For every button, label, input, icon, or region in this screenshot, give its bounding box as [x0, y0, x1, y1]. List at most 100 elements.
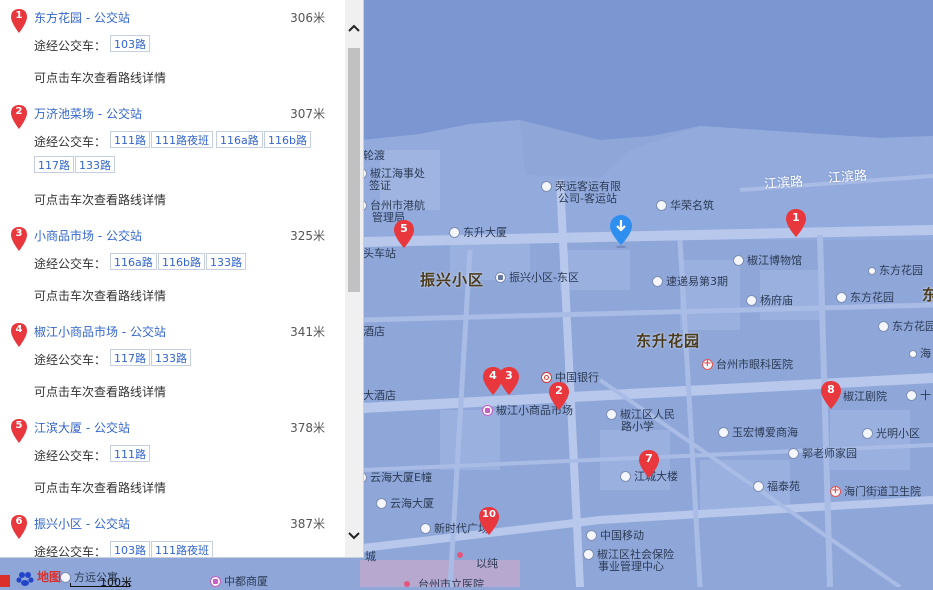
- map-pin[interactable]: 2: [548, 381, 570, 411]
- pin-number: 4: [489, 369, 497, 382]
- route-tag[interactable]: 116b路: [264, 131, 311, 148]
- poi-label: 光明小区: [876, 427, 920, 440]
- poi[interactable]: 公司-客运站: [558, 192, 617, 205]
- poi[interactable]: 郭老师家园: [788, 447, 857, 460]
- poi-icon: [753, 481, 764, 492]
- poi[interactable]: 海: [909, 347, 931, 360]
- stop-distance: 325米: [290, 229, 325, 243]
- poi-icon: [718, 427, 729, 438]
- poi-label: 振兴小区-东区: [509, 271, 579, 284]
- route-tag[interactable]: 133路: [206, 253, 246, 270]
- poi[interactable]: 头车站: [363, 247, 396, 260]
- poi[interactable]: 大酒店: [363, 389, 396, 402]
- map-pin[interactable]: 4: [482, 366, 504, 396]
- stop-title-link[interactable]: 东方花园 - 公交站: [34, 9, 130, 26]
- poi[interactable]: 酒店: [363, 325, 385, 338]
- poi-label: 酒店: [363, 325, 385, 338]
- poi-label: 城: [365, 550, 376, 563]
- route-tag[interactable]: 116a路: [110, 253, 157, 270]
- poi-label: 海门街道卫生院: [844, 485, 921, 498]
- route-tag[interactable]: 103路: [110, 35, 150, 52]
- poi[interactable]: 十: [906, 389, 931, 402]
- stop-title-link[interactable]: 万济池菜场 - 公交站: [34, 105, 142, 122]
- route-tag[interactable]: 116b路: [158, 253, 205, 270]
- route-tag[interactable]: 111路夜班: [151, 131, 213, 148]
- stop-distance: 306米: [290, 11, 325, 25]
- route-tag[interactable]: 133路: [151, 349, 191, 366]
- poi[interactable]: 玉宏博爱商海: [718, 426, 798, 439]
- bus-stop-poi[interactable]: 振兴小区-东区: [495, 271, 579, 284]
- route-tag[interactable]: 111路: [110, 131, 150, 148]
- map-scale-bar: [70, 583, 130, 587]
- poi-icon: [586, 530, 597, 541]
- poi[interactable]: 以纯: [476, 557, 498, 570]
- map-pin[interactable]: 1: [785, 208, 807, 238]
- poi[interactable]: 华荣名筑: [656, 199, 714, 212]
- poi-label: 椒江剧院: [843, 390, 887, 403]
- routes-label: 途经公交车：: [34, 449, 107, 463]
- route-tag[interactable]: 117路: [110, 349, 150, 366]
- map-pin[interactable]: 5: [393, 219, 415, 249]
- poi[interactable]: 台州市立医院: [418, 578, 484, 587]
- stop-title-link[interactable]: 椒江小商品市场 - 公交站: [34, 323, 166, 340]
- scroll-up-button[interactable]: [345, 18, 363, 38]
- route-tag[interactable]: 133路: [75, 156, 115, 173]
- hint-text: 可点击车次查看路线详情: [34, 71, 167, 85]
- bus-stop-results-panel[interactable]: 1 东方花园 - 公交站 306米 途经公交车： 103路 可点击车次查看路线详…: [0, 0, 364, 558]
- poi[interactable]: 椒江剧院: [843, 390, 887, 403]
- poi-label: 中国移动: [600, 529, 644, 542]
- poi-icon: [868, 266, 876, 275]
- poi[interactable]: 东方花园: [836, 291, 894, 304]
- scroll-down-button[interactable]: [345, 526, 363, 546]
- shopping-icon: [482, 405, 493, 416]
- stop-title-link[interactable]: 江滨大厦 - 公交站: [34, 419, 130, 436]
- route-tag[interactable]: 111路夜班: [151, 541, 213, 557]
- school-icon: [606, 409, 617, 420]
- poi[interactable]: 椒江博物馆: [733, 254, 802, 267]
- map-pin[interactable]: 7: [638, 449, 660, 479]
- poi-label: 台州市眼科医院: [716, 358, 793, 371]
- poi[interactable]: 速递易第3期: [652, 275, 728, 288]
- result-marker-icon: 5: [10, 418, 28, 444]
- poi[interactable]: 中国移动: [586, 529, 644, 542]
- poi[interactable]: 东方花园: [868, 264, 923, 277]
- route-tag[interactable]: 117路: [34, 156, 74, 173]
- scrollbar[interactable]: [345, 0, 363, 557]
- poi[interactable]: 云海大厦E幢: [356, 471, 432, 484]
- poi[interactable]: 事业管理中心: [598, 560, 664, 573]
- poi[interactable]: 云海大厦: [376, 497, 434, 510]
- stop-title-link[interactable]: 振兴小区 - 公交站: [34, 515, 130, 532]
- poi[interactable]: 台州市眼科医院: [702, 357, 793, 371]
- route-tag[interactable]: 103路: [110, 541, 150, 557]
- routes-label: 途经公交车：: [34, 257, 107, 271]
- poi[interactable]: 东方花园: [878, 320, 933, 333]
- poi[interactable]: 东升大厦: [449, 226, 507, 239]
- map-pin[interactable]: 8: [820, 380, 842, 410]
- poi-label: 路小学: [621, 420, 654, 433]
- poi[interactable]: 路小学: [621, 420, 654, 433]
- poi[interactable]: 中都商厦: [210, 575, 268, 587]
- scrollbar-thumb[interactable]: [348, 48, 360, 292]
- stop-distance: 341米: [290, 325, 325, 339]
- poi[interactable]: 海门街道卫生院: [830, 484, 921, 498]
- poi-label: 十: [920, 389, 931, 402]
- poi-label: 华荣名筑: [670, 199, 714, 212]
- stop-title-link[interactable]: 小商品市场 - 公交站: [34, 227, 142, 244]
- poi-label: 中都商厦: [224, 575, 268, 587]
- poi-icon: [746, 295, 757, 306]
- poi-icon: [60, 572, 71, 583]
- pin-number: 7: [645, 452, 653, 465]
- map-pin[interactable]: 10: [478, 506, 500, 536]
- poi-label: 头车站: [363, 247, 396, 260]
- poi[interactable]: 城: [365, 550, 376, 563]
- poi[interactable]: 轮渡: [363, 149, 385, 162]
- poi[interactable]: 杨府庙: [746, 294, 793, 307]
- route-tag[interactable]: 111路: [110, 445, 150, 462]
- current-location-pin[interactable]: [609, 214, 633, 248]
- route-tag[interactable]: 116a路: [216, 131, 263, 148]
- poi[interactable]: 光明小区: [862, 427, 920, 440]
- poi[interactable]: 签证: [369, 179, 391, 192]
- map-logo[interactable]: 地图: [0, 566, 61, 587]
- poi-label: 福泰苑: [767, 480, 800, 493]
- poi[interactable]: 福泰苑: [753, 480, 800, 493]
